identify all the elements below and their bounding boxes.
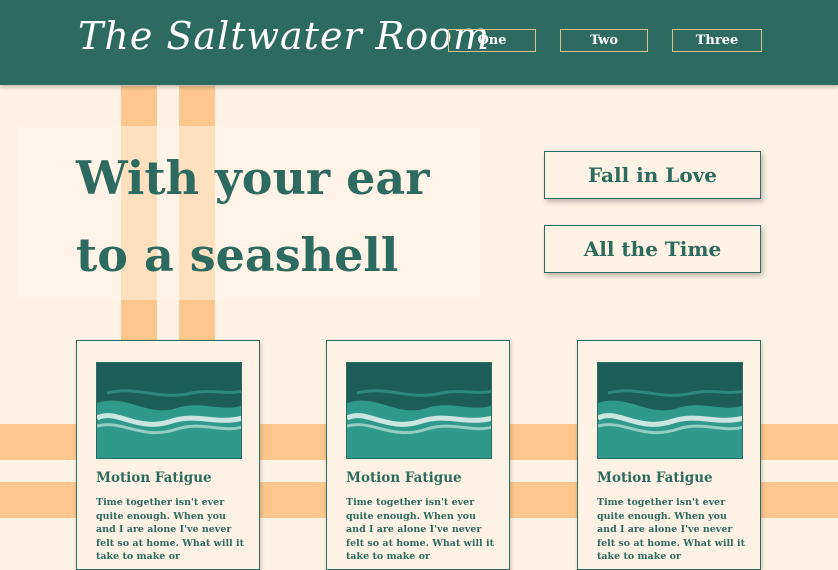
hero-title-line-1: With your ear — [76, 151, 430, 205]
nav-button-one[interactable]: One — [448, 29, 536, 52]
card-2[interactable]: Motion Fatigue Time together isn't ever … — [326, 340, 510, 570]
nav-button-two[interactable]: Two — [560, 29, 648, 52]
card-title: Motion Fatigue — [597, 470, 713, 486]
site-logo[interactable]: The Saltwater Room — [78, 14, 490, 58]
card-title: Motion Fatigue — [96, 470, 212, 486]
hero-title: With your ear to a seashell — [76, 140, 516, 294]
card-3[interactable]: Motion Fatigue Time together isn't ever … — [577, 340, 761, 570]
ocean-waves-image — [597, 362, 743, 459]
fall-in-love-button[interactable]: Fall in Love — [544, 151, 761, 199]
card-text: Time together isn't ever quite enough. W… — [96, 497, 244, 562]
ocean-waves-image — [96, 362, 242, 459]
ocean-waves-image — [346, 362, 492, 459]
nav-button-three[interactable]: Three — [672, 29, 762, 52]
site-header: The Saltwater Room One Two Three — [0, 0, 838, 85]
all-the-time-button[interactable]: All the Time — [544, 225, 761, 273]
card-text: Time together isn't ever quite enough. W… — [597, 497, 745, 562]
card-1[interactable]: Motion Fatigue Time together isn't ever … — [76, 340, 260, 570]
card-text: Time together isn't ever quite enough. W… — [346, 497, 494, 562]
hero-title-line-2: to a seashell — [76, 228, 399, 282]
card-title: Motion Fatigue — [346, 470, 462, 486]
